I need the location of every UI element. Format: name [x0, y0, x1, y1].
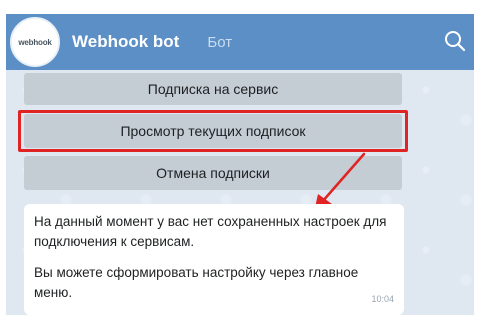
avatar[interactable]: webhook [10, 17, 60, 67]
message-text: На данный момент у вас нет сохраненных н… [34, 214, 387, 249]
keyboard-button-view-subscriptions[interactable]: Просмотр текущих подписок [24, 114, 402, 148]
keyboard-button-subscribe[interactable]: Подписка на сервис [24, 73, 402, 105]
keyboard-button-label: Подписка на сервис [147, 81, 279, 97]
message-bubble: На данный момент у вас нет сохраненных н… [24, 204, 404, 315]
message-time: 10:04 [371, 294, 394, 304]
search-icon[interactable] [442, 28, 468, 54]
keyboard-button-label: Отмена подписки [156, 165, 270, 181]
chat-header: webhook Webhook bot Бот [6, 14, 474, 70]
bot-status: Бот [207, 33, 233, 51]
chat-area: Подписка на сервис Просмотр текущих подп… [6, 70, 474, 315]
bot-name[interactable]: Webhook bot [72, 32, 179, 52]
chat-window: webhook Webhook bot Бот Подписка на серв… [6, 0, 474, 315]
keyboard-button-label: Просмотр текущих подписок [120, 123, 306, 139]
message-text: Вы можете сформировать настройку через г… [34, 265, 359, 300]
avatar-logo-text: webhook [18, 37, 52, 47]
